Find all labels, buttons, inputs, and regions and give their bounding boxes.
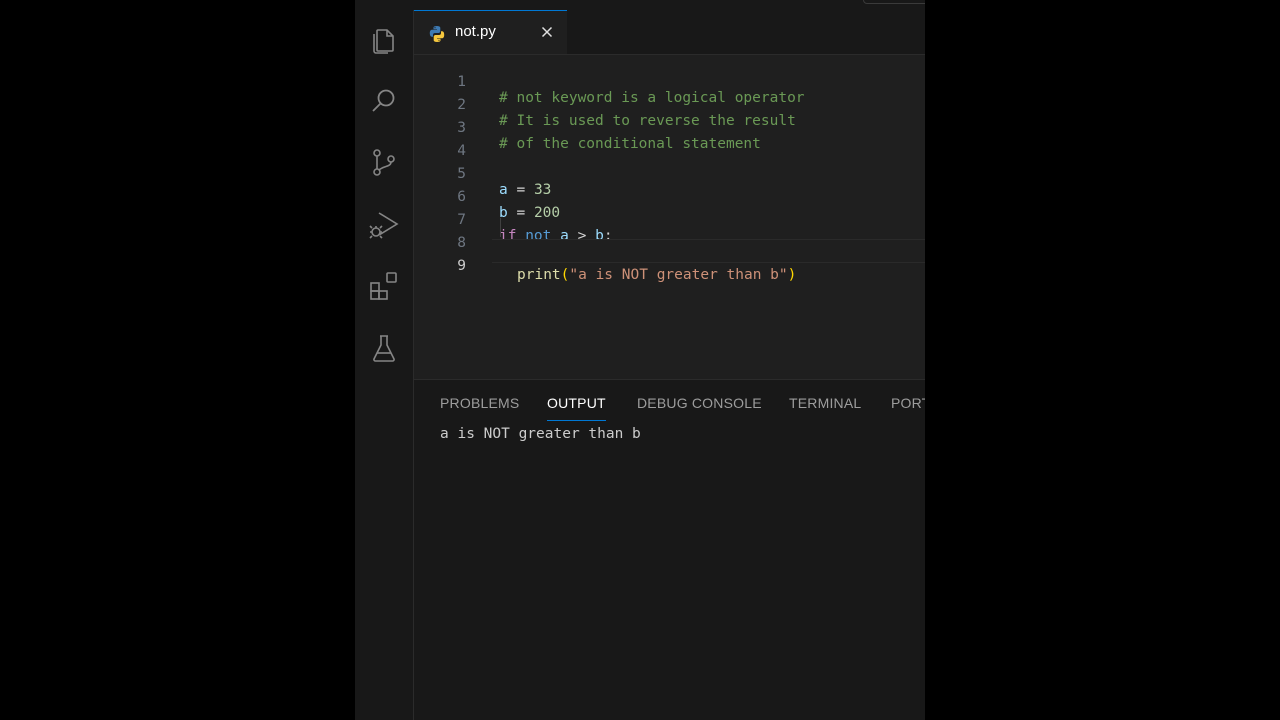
token-string: "a is NOT greater than b" [569,267,788,283]
search-icon[interactable] [367,84,401,118]
testing-icon[interactable] [367,331,401,365]
vscode-window: not.py 1 # not keyword is a logical oper… [355,0,925,720]
token-paren: ) [787,267,797,283]
close-icon[interactable] [538,23,556,41]
tab-not-py[interactable]: not.py [414,10,567,54]
token-function: print [517,267,561,283]
line-number: 9 [457,258,466,274]
editor-area: not.py 1 # not keyword is a logical oper… [414,10,925,720]
code-line: 5 a = 33 [414,147,925,198]
code-line-current: 9 [414,239,925,274]
code-line: 6 b = 200 [414,170,925,221]
code-line: 4 [414,124,925,159]
code-line: 2 # It is used to reverse the result [414,78,925,129]
tab-debug-console[interactable]: DEBUG CONSOLE [637,395,762,411]
tab-label: not.py [455,23,496,40]
python-icon [428,25,446,43]
explorer-icon[interactable] [367,22,401,56]
activity-bar [355,10,414,720]
bottom-panel: PROBLEMS OUTPUT DEBUG CONSOLE TERMINAL P… [414,379,925,720]
run-debug-icon[interactable] [367,207,401,241]
tab-output[interactable]: OUTPUT [547,395,606,421]
tab-problems[interactable]: PROBLEMS [440,395,519,411]
source-control-icon[interactable] [367,145,401,179]
code-line: 3 # of the conditional statement [414,101,925,152]
code-text: print("a is NOT greater than b") [517,264,796,287]
tab-ports[interactable]: PORTS [891,395,925,411]
command-center[interactable] [863,0,925,4]
code-line: 8 print("a is NOT greater than b") [414,216,925,283]
indent-guide [500,218,501,237]
code-editor[interactable]: 1 # not keyword is a logical operator 2 … [414,55,925,283]
code-line: 7 if not a > b: [414,193,925,244]
tab-bar: not.py [414,10,925,55]
tab-terminal[interactable]: TERMINAL [789,395,861,411]
extensions-icon[interactable] [367,269,401,303]
output-text: a is NOT greater than b [440,426,641,442]
code-line: 1 # not keyword is a logical operator [414,55,925,106]
